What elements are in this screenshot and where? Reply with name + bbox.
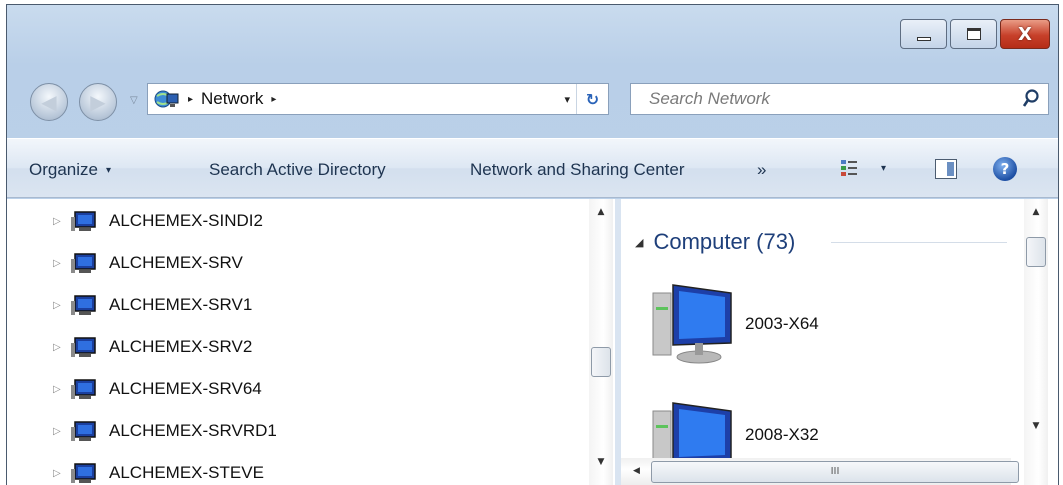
tree-item[interactable]: ▷ ALCHEMEX-SRV1	[7, 285, 587, 325]
recent-pages-chevron-icon[interactable]: ▽	[130, 95, 138, 106]
tree-item[interactable]: ▷ ALCHEMEX-SRV2	[7, 327, 587, 367]
tree-item-label: ALCHEMEX-SRV1	[109, 295, 253, 314]
explorer-window: X ◀ ▶ ▽ ▸ Network ▸ ▾ ↻ Search Network O…	[6, 4, 1059, 485]
minimize-button[interactable]	[900, 19, 947, 49]
tree-item[interactable]: ▷ ALCHEMEX-SRVRD1	[7, 411, 587, 451]
organize-chevron-down-icon: ▾	[105, 165, 112, 176]
close-icon: X	[1018, 23, 1032, 45]
search-input[interactable]	[631, 84, 1011, 114]
refresh-icon: ↻	[585, 89, 600, 109]
computer-icon	[652, 284, 732, 364]
breadcrumb-network[interactable]: Network	[201, 89, 263, 109]
forward-arrow-icon: ▶	[90, 90, 106, 114]
breadcrumb-separator-icon[interactable]: ▸	[271, 94, 276, 105]
computer-icon	[71, 253, 96, 273]
scrollbar-thumb[interactable]	[1026, 237, 1046, 267]
search-active-directory-button[interactable]: Search Active Directory	[209, 160, 386, 180]
address-bar[interactable]: ▸ Network ▸ ▾ ↻	[147, 83, 609, 115]
expand-arrow-icon[interactable]: ▷	[53, 216, 61, 227]
content-horizontal-scrollbar[interactable]: ◀ III	[621, 458, 1019, 485]
network-sharing-center-label: Network and Sharing Center	[470, 160, 685, 179]
breadcrumb-separator-icon[interactable]: ▸	[188, 94, 193, 105]
refresh-button[interactable]: ↻	[576, 84, 608, 114]
computer-name: 2003-X64	[745, 314, 819, 333]
tree-item-label: ALCHEMEX-SRVRD1	[109, 421, 277, 440]
computer-icon	[71, 379, 96, 399]
computer-icon	[71, 211, 96, 231]
expand-arrow-icon[interactable]: ▷	[53, 258, 61, 269]
computer-name: 2008-X32	[745, 425, 819, 444]
computer-item[interactable]: 2003-X64	[651, 279, 951, 369]
forward-button[interactable]: ▶	[79, 83, 117, 121]
group-divider	[831, 242, 1007, 243]
scroll-up-icon[interactable]: ▲	[589, 207, 613, 217]
window-controls: X	[900, 19, 1050, 49]
help-icon[interactable]: ?	[993, 157, 1017, 181]
network-icon	[154, 90, 179, 108]
navigation-bar: ◀ ▶ ▽ ▸ Network ▸ ▾ ↻	[7, 81, 1058, 121]
tree-item-label: ALCHEMEX-SRV	[109, 253, 243, 272]
minimize-icon	[916, 37, 931, 41]
network-sharing-center-button[interactable]: Network and Sharing Center	[470, 160, 685, 180]
scrollbar-thumb[interactable]	[591, 347, 611, 377]
search-icon[interactable]	[1022, 89, 1040, 109]
search-active-directory-label: Search Active Directory	[209, 160, 386, 179]
scrollbar-grip: III	[830, 466, 840, 477]
views-chevron-down-icon[interactable]: ▾	[881, 163, 886, 174]
organize-button[interactable]: Organize ▾	[29, 160, 111, 180]
tree-item[interactable]: ▷ ALCHEMEX-SINDI2	[7, 201, 587, 241]
navigation-pane: ▷ ALCHEMEX-SINDI2 ▷ ALCHEMEX-SRV ▷ ALCHE…	[7, 199, 615, 485]
organize-label: Organize	[29, 160, 98, 179]
more-commands-button[interactable]: »	[757, 160, 766, 180]
maximize-icon	[966, 28, 981, 40]
expand-arrow-icon[interactable]: ▷	[53, 384, 61, 395]
tree-item[interactable]: ▷ ALCHEMEX-STEVE	[7, 453, 587, 485]
computer-icon	[71, 463, 96, 483]
content-vertical-scrollbar[interactable]: ▲ ▼	[1024, 199, 1048, 485]
tree-item-label: ALCHEMEX-SINDI2	[109, 211, 263, 230]
tree-item-label: ALCHEMEX-SRV64	[109, 379, 262, 398]
address-dropdown-icon[interactable]: ▾	[564, 93, 570, 106]
command-bar: Organize ▾ Search Active Directory Networ…	[7, 138, 1058, 198]
back-button[interactable]: ◀	[30, 83, 68, 121]
group-title: Computer (73)	[653, 229, 796, 254]
preview-pane-icon[interactable]	[935, 159, 957, 179]
scroll-left-icon[interactable]: ◀	[633, 466, 640, 476]
expand-arrow-icon[interactable]: ▷	[53, 426, 61, 437]
maximize-button[interactable]	[950, 19, 997, 49]
computer-icon	[71, 337, 96, 357]
expand-arrow-icon[interactable]: ▷	[53, 468, 61, 479]
scroll-down-icon[interactable]: ▼	[589, 457, 613, 467]
expand-arrow-icon[interactable]: ▷	[53, 300, 61, 311]
computer-icon	[71, 421, 96, 441]
back-arrow-icon: ◀	[41, 90, 57, 114]
navigation-pane-scrollbar[interactable]: ▲ ▼	[589, 199, 613, 485]
computer-icon	[71, 295, 96, 315]
help-glyph: ?	[1000, 160, 1010, 178]
expand-arrow-icon[interactable]: ▷	[53, 342, 61, 353]
close-button[interactable]: X	[1000, 19, 1050, 49]
content-pane: ◢ Computer (73) 2003-X64 2008-X32 ◀ III …	[621, 199, 1058, 485]
tree-item-label: ALCHEMEX-SRV2	[109, 337, 253, 356]
group-header[interactable]: ◢ Computer (73)	[635, 229, 795, 255]
collapse-group-icon: ◢	[635, 237, 644, 249]
horizontal-scrollbar-thumb[interactable]: III	[651, 461, 1019, 483]
scroll-up-icon[interactable]: ▲	[1024, 207, 1048, 217]
change-view-icon[interactable]	[840, 159, 858, 177]
tree-item[interactable]: ▷ ALCHEMEX-SRV64	[7, 369, 587, 409]
search-box	[630, 83, 1049, 115]
scroll-down-icon[interactable]: ▼	[1024, 421, 1048, 431]
tree-item[interactable]: ▷ ALCHEMEX-SRV	[7, 243, 587, 283]
tree-item-label: ALCHEMEX-STEVE	[109, 463, 264, 482]
more-chevron-icon: »	[757, 160, 767, 179]
